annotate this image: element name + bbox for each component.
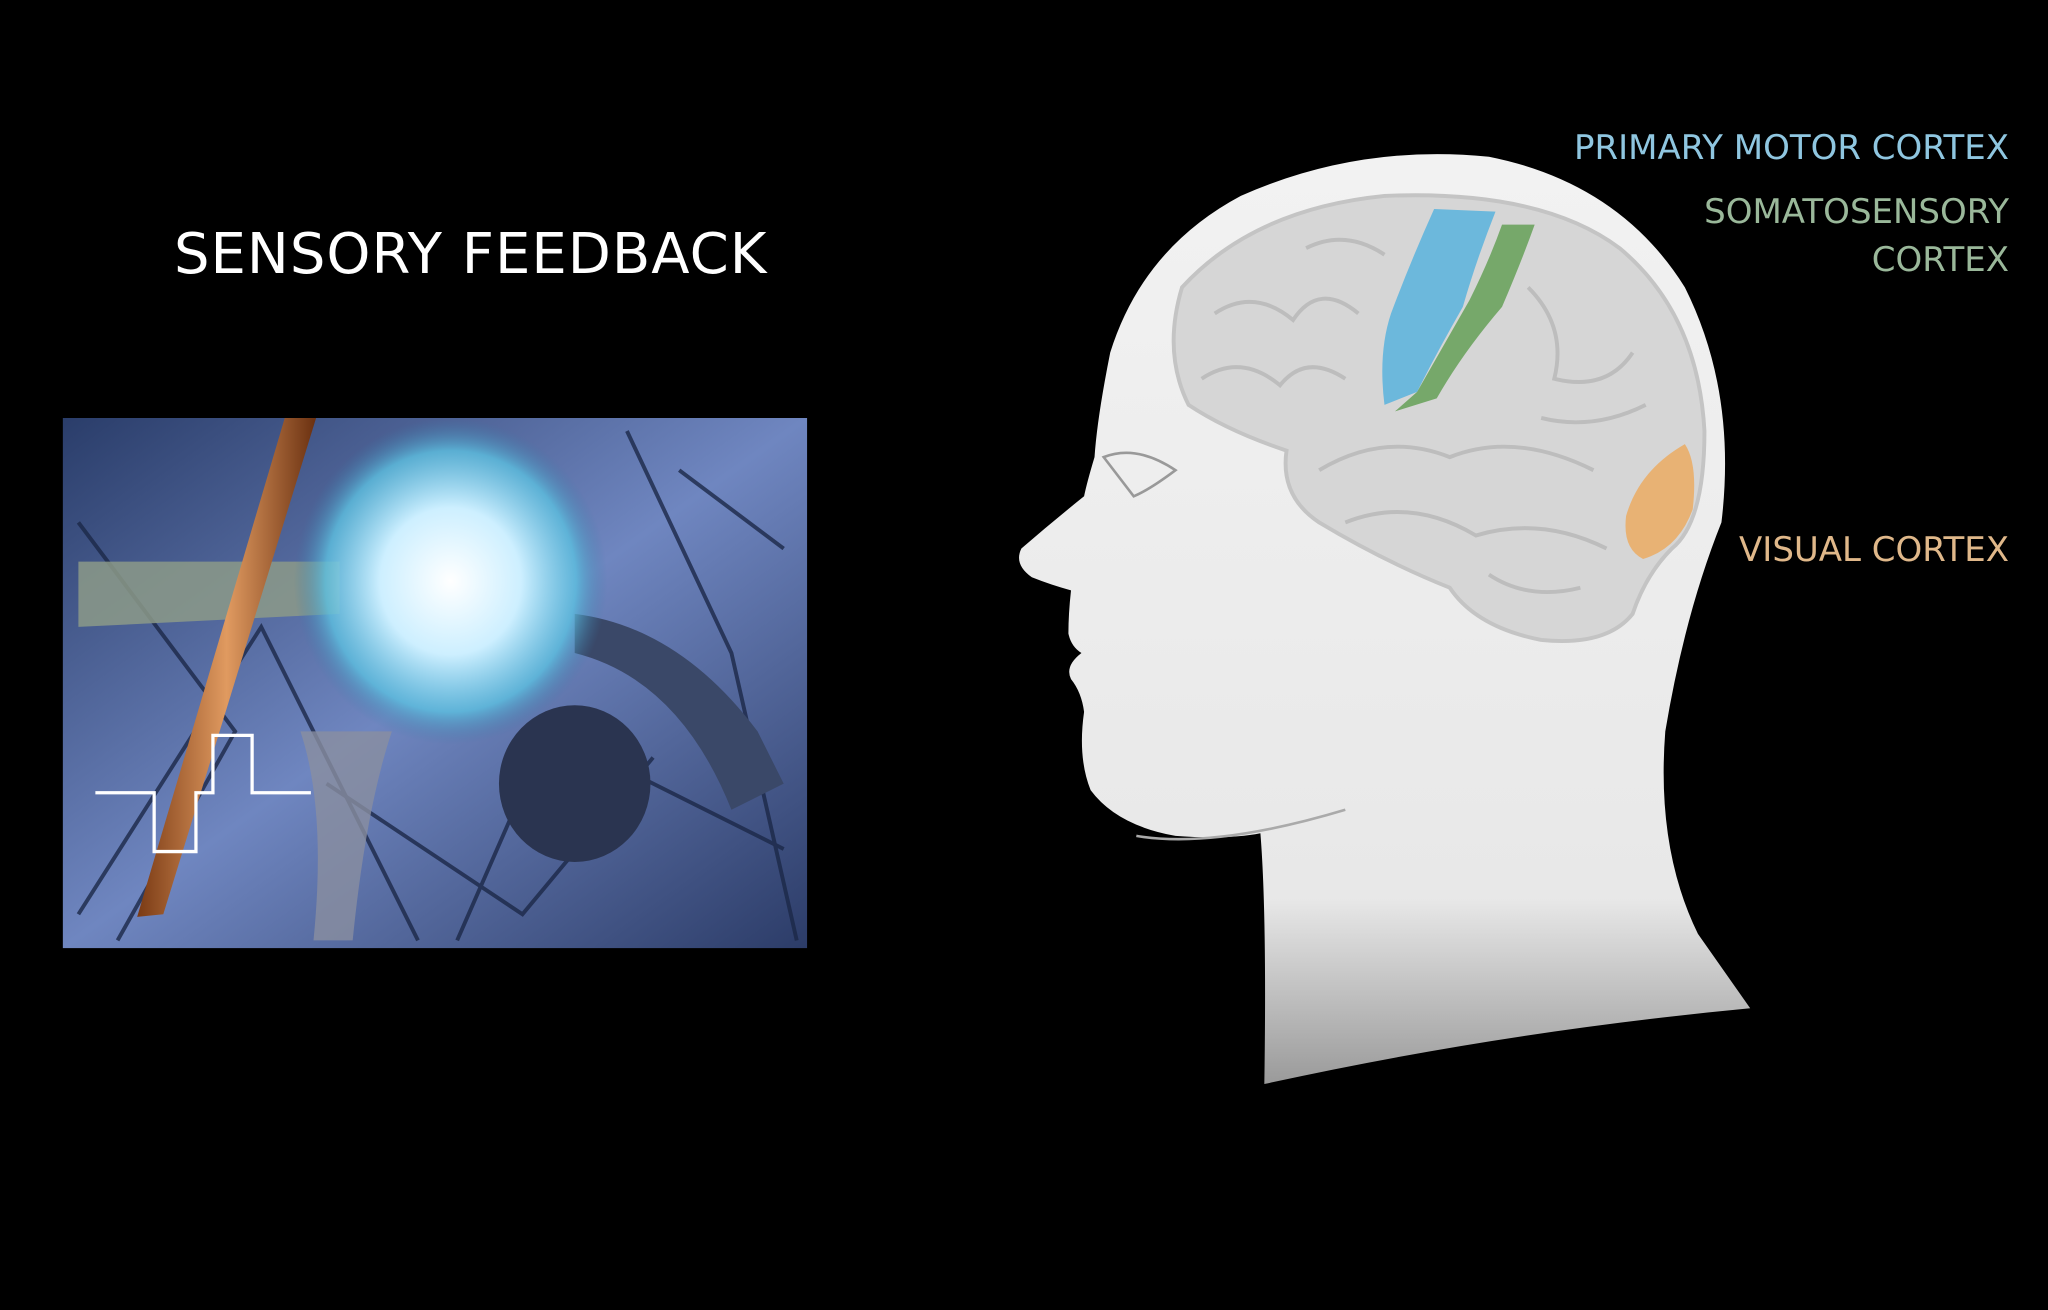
neuron-image <box>62 417 808 949</box>
label-somatosensory-cortex: SOMATOSENSORY CORTEX <box>1704 188 2009 284</box>
label-somatosensory-line2: CORTEX <box>1871 240 2009 280</box>
glowing-neuron <box>293 417 608 745</box>
label-somatosensory-line1: SOMATOSENSORY <box>1704 192 2009 232</box>
slide-title: SENSORY FEEDBACK <box>174 222 768 287</box>
label-primary-motor-cortex: PRIMARY MOTOR CORTEX <box>1573 128 2009 168</box>
label-visual-cortex: VISUAL CORTEX <box>1739 530 2009 570</box>
cell-body <box>498 705 651 863</box>
